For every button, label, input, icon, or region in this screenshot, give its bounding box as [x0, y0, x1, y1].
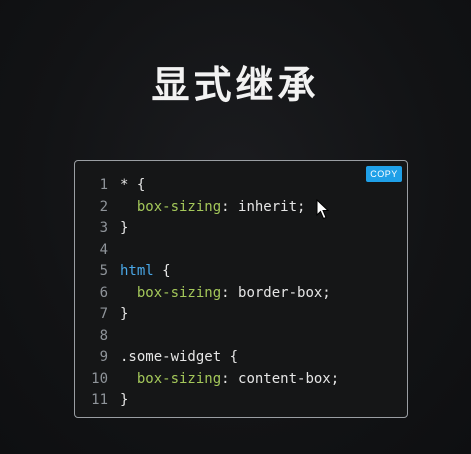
code-token: {: [153, 263, 171, 279]
line-number: 8: [99, 327, 108, 344]
code-line: 10 box-sizing: content-box;: [75, 369, 339, 391]
code-token: }: [120, 306, 129, 322]
code-line: 3}: [75, 218, 339, 240]
code-text: }: [120, 304, 128, 326]
code-text: box-sizing: content-box;: [120, 369, 339, 391]
line-number: 3: [99, 220, 108, 236]
css-selector: html: [120, 263, 154, 279]
code-token: * {: [120, 177, 146, 193]
code-line: 5 html {: [75, 261, 339, 283]
copy-button[interactable]: COPY: [366, 166, 402, 182]
code-token: }: [120, 392, 129, 408]
line-number: 7: [99, 306, 108, 322]
css-property: box-sizing: [136, 198, 222, 215]
code-lines: 1 * {2 box-sizing: inherit; 3} 4 5 html {6 bo…: [75, 175, 339, 412]
slide-title: 显式继承: [151, 63, 320, 107]
code-line: 6 box-sizing: border-box;: [75, 283, 339, 305]
line-number: 5: [99, 263, 108, 279]
line-number: 6: [99, 284, 108, 301]
code-text: box-sizing: border-box;: [120, 283, 331, 305]
code-line: 2 box-sizing: inherit;: [75, 197, 339, 219]
code-line: 1 * {: [75, 175, 339, 197]
code-line: 9 .some-widget {: [75, 347, 339, 369]
code-text: html {: [120, 261, 171, 283]
code-line: 4: [75, 240, 339, 262]
mouse-pointer-icon: [316, 199, 330, 220]
code-line: 11}: [75, 390, 339, 412]
line-number: 10: [91, 370, 108, 387]
code-text: box-sizing: inherit;: [120, 197, 306, 219]
line-number: 1: [99, 177, 108, 193]
code-token: : border-box;: [221, 284, 331, 301]
code-line: 7}: [75, 304, 339, 326]
line-number: 9: [99, 349, 108, 365]
code-line: 8: [75, 326, 339, 348]
code-text: .some-widget {: [120, 347, 238, 369]
line-number: 2: [99, 198, 108, 215]
code-token: : inherit;: [221, 198, 306, 215]
code-text: * {: [120, 175, 145, 197]
code-token: .some-widget {: [120, 349, 239, 365]
line-number: 11: [91, 392, 108, 408]
code-token: }: [120, 220, 129, 236]
code-block: COPY 1 * {2 box-sizing: inherit; 3} 4 5 html …: [74, 160, 408, 418]
line-number: 4: [99, 241, 108, 258]
css-property: box-sizing: [136, 284, 222, 301]
code-text: }: [120, 390, 128, 412]
css-property: box-sizing: [136, 370, 222, 387]
code-token: : content-box;: [221, 370, 340, 387]
slide: 显式继承 COPY 1 * {2 box-sizing: inherit; 3} 4 5…: [0, 0, 471, 454]
code-text: }: [120, 218, 128, 240]
